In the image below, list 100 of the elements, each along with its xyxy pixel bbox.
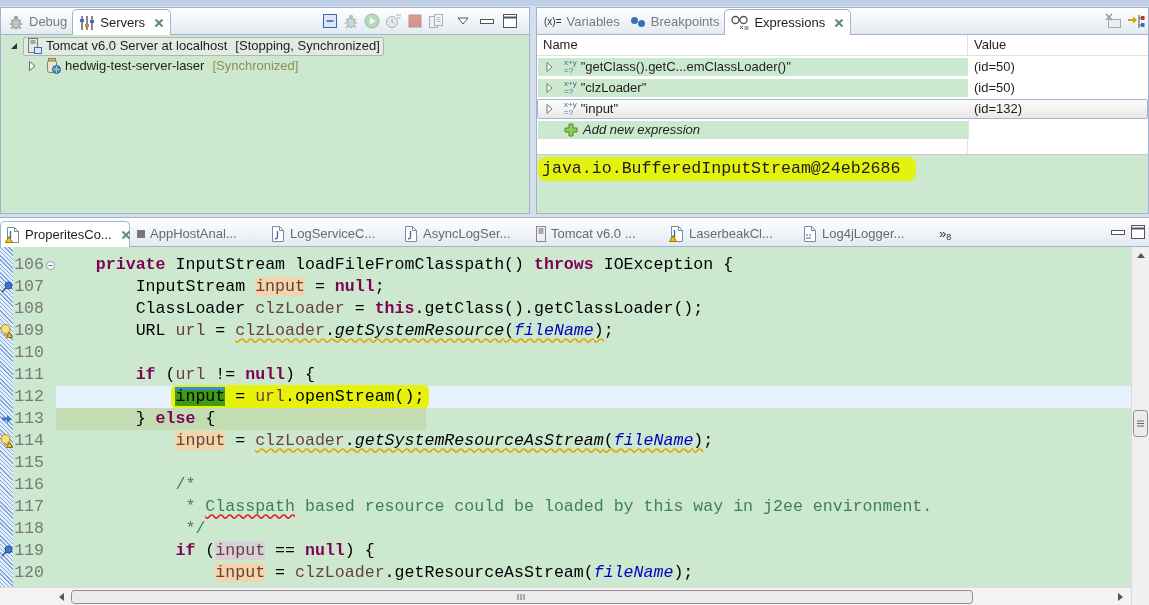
arrow-icon [1,414,12,424]
expression-symbol: x+y =? [564,59,577,75]
expression-text: "getClass().getC...emClassLoader()" [580,58,791,77]
pin-icon [0,545,13,557]
right-arrow-icon[interactable] [1118,592,1123,601]
expression-symbol: x+y =? [564,80,577,96]
left-arrow-icon[interactable] [59,592,64,601]
tree-item[interactable]: Tomcat v6.0 Server at localhost [Stopping, Synchronized] [23,36,384,56]
tab[interactable]: ProperitesCo... [0,221,130,247]
column-header[interactable]: Value [968,35,1148,55]
close-icon[interactable] [120,229,131,240]
server-icon [27,38,42,54]
line-number: 113 [13,407,44,430]
view-menu-icon[interactable] [457,17,469,25]
tab[interactable]: Debug [3,9,73,34]
code-line: input = clzLoader.getResourceAsStream(fileName); [215,561,694,584]
line-number: 116 [13,473,44,496]
lightbulb-warning-icon [0,324,13,338]
code-line: } else { [135,407,216,430]
line-number: 112 [13,385,44,408]
line-number: 119 [13,539,44,562]
document-icon [270,225,285,242]
expression-text: "input" [580,100,619,119]
line-number: 111 [13,363,44,386]
line-number: 106 [13,253,44,276]
line-number: 107 [13,275,44,298]
add-expression-item[interactable]: Add new expression [538,121,968,139]
line-number: 110 [13,341,44,364]
dots-icon [629,15,646,28]
tab[interactable]: Log4jLogger... [798,221,928,246]
plus-icon [564,123,578,137]
vertical-scrollbar[interactable] [1131,247,1149,605]
scroll-thumb[interactable] [1133,410,1148,437]
close-icon[interactable] [154,17,165,28]
code-line: ClassLoader clzLoader = this.getClass().getClassLoader(); [135,297,704,320]
maximize-icon[interactable] [1131,225,1145,239]
up-arrow-icon[interactable] [1136,253,1145,258]
minimize-icon[interactable] [480,18,494,24]
minimize-icon[interactable] [1111,229,1125,235]
code-line: input = clzLoader.getSystemResourceAsStream(fileName); [175,429,714,452]
line-number: 115 [13,451,44,474]
glasses-icon [731,15,750,30]
code-line: URL url = clzLoader.getSystemResource(fileName); [135,319,614,342]
expression-value: (id=132) [973,100,1024,118]
tree-item-label: hedwig-test-server-laser [65,57,205,76]
arrow-tree-icon[interactable] [1128,13,1145,29]
expression-symbol: x+y =? [564,101,577,117]
jar-globe-icon [45,58,61,74]
tree-item-label: Tomcat v6.0 Server at localhost [46,37,228,56]
collapsed-triangle-icon[interactable] [28,61,36,71]
collapse-icon[interactable] [45,260,55,270]
square-icon [137,229,145,238]
tab[interactable]: AsyncLogSer... [399,221,529,246]
line-number: 118 [13,517,44,540]
tab[interactable]: LaserbeakCl... [665,221,795,246]
status-text: [Stopping, Synchronized] [235,37,380,56]
code-line: InputStream input = null; [135,275,385,298]
expression-value: (id=50) [973,58,1016,76]
code-line: if (input == null) { [175,539,375,562]
pin-icon [0,281,13,293]
tree-item[interactable]: hedwig-test-server-laser [Synchronized] [41,56,303,76]
document-lines-icon [802,225,817,242]
variables-symbol: (x)= [544,15,562,29]
tab[interactable]: (x)= Variables [539,9,625,34]
expression-value: (id=50) [973,79,1016,97]
tab[interactable]: AppHostAnal... [133,221,263,246]
collapsed-triangle-icon[interactable] [546,104,553,114]
line-number: 114 [13,429,44,452]
document-warning-icon [669,225,684,242]
server-icon [536,225,546,242]
document-warning-icon [5,226,20,243]
close-icon[interactable] [834,17,845,28]
bug-icon [8,13,24,30]
expression-text: "clzLoader" [580,79,647,98]
code-line: * Classpath based resource could be loaded by this way in j2ee environment. [185,495,933,518]
collapse-all-icon[interactable] [322,13,338,29]
collapsed-triangle-icon[interactable] [546,62,553,72]
sliders-icon [79,14,96,31]
maximize-icon[interactable] [503,14,517,28]
line-number: 108 [13,297,44,320]
tab[interactable]: Breakpoints [624,9,725,34]
scroll-thumb[interactable] [71,589,973,604]
detail-text: java.io.BufferedInputStream@24eb2686 [538,157,917,181]
line-number: 120 [13,561,44,584]
column-header[interactable]: Name [537,35,968,55]
expanded-triangle-icon[interactable] [10,42,18,50]
document-icon [403,225,418,242]
collapsed-triangle-icon[interactable] [546,83,553,93]
cross-list-icon[interactable] [1105,13,1122,29]
code-line: if (url != null) { [135,363,315,386]
code-line: /* [175,473,196,496]
code-line: private InputStream loadFileFromClasspath() throws IOException { [95,253,734,276]
tab[interactable]: Expressions [724,9,852,35]
line-number: 109 [13,319,44,342]
code-line: */ [185,517,206,540]
tab[interactable]: Servers [72,9,172,35]
line-number: 117 [13,495,44,518]
tab[interactable]: LogServiceC... [266,221,396,246]
tab[interactable]: Tomcat v6.0 ... [532,221,662,246]
lightbulb-warning-icon [0,434,13,448]
